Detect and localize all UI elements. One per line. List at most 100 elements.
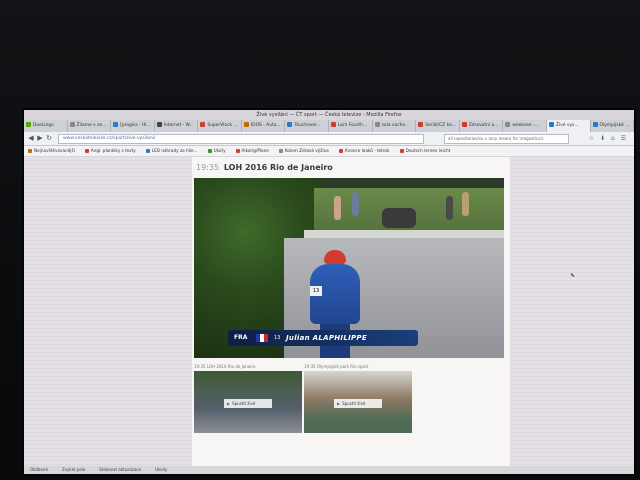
tab-favicon-icon [113,122,119,127]
bookmark-label: Nejnavštěvovanější [34,148,75,153]
url-bar[interactable]: www.ceskatelevize.cz/sport/zive-vysilani… [58,134,424,144]
video-player[interactable]: 13 FRA 13 Julian ALAPHILIPPE [194,178,504,358]
tab-8[interactable]: sola vache... [373,120,417,132]
bookmark-favicon-icon [399,149,404,153]
bookmark-item[interactable]: Ukoľy [207,146,226,156]
bookmark-label: Alkoríg/Plane [241,148,269,153]
tab-favicon-icon [418,122,424,127]
status-bar: Oblíbené Zvyklé pole Stahovat aktualizace U… [24,466,634,474]
tab-favicon-icon [592,122,598,127]
tab-favicon-icon [69,122,75,127]
bookmark-item[interactable]: Nejnavštěvovanější [28,146,75,156]
statusbar-item[interactable]: Ukolly [155,467,167,472]
reload-button-icon[interactable]: ↻ [45,134,53,142]
bookmark-favicon-icon [84,149,89,153]
bookmark-label: Anonce leaků - telesk [344,148,390,153]
tab-label: Seriál/CZ ke... [425,123,456,128]
statusbar-item[interactable]: Oblíbené [30,467,48,472]
play-live-button[interactable]: Spustit živě [334,399,382,408]
thumbnail-item[interactable]: 19:35 Olympijské park Rio sport Spustit … [304,363,412,433]
thumbnail-label: 19:35 LOH 2016 Rio de Janeiro [194,364,256,369]
tab-favicon-icon [548,122,554,127]
tab-favicon-icon [505,122,511,127]
tab-0[interactable]: DuoLingo [24,120,68,132]
tab-label: DuoLingo [33,123,54,128]
bookmark-item[interactable]: Anonce leaků - telesk [338,146,390,156]
tab-4[interactable]: SuperVlock ... [198,120,242,132]
spectator [446,196,453,220]
bookmark-item[interactable]: Angl. plankiky s texty [84,146,136,156]
forward-button-icon[interactable]: ▶ [36,134,44,142]
monitor-screen: Živé vysílání — ČT sport — Česká televiz… [24,110,634,474]
back-button-icon[interactable]: ◀ [27,134,35,142]
tab-2[interactable]: [progiss - Hl... [111,120,155,132]
search-input[interactable]: all repositories/su x (any mean) for irr… [444,134,569,144]
toolbar-icons[interactable]: ☆ ⬇ ⌂ ☰ [589,135,628,142]
bookmarks-bar: Nejnavštěvovanější Angl. plankiky s texty… [24,146,634,157]
tab-3[interactable]: Internet - W... [155,120,199,132]
bookmark-item[interactable]: Deutsch lernen leicht [399,146,451,156]
stream-title: LOH 2016 Rio de Janeiro [223,163,333,172]
mouse-cursor-icon: ⬉ [570,272,576,279]
tab-favicon-icon [374,122,380,127]
statusbar-item[interactable]: Zvyklé pole [62,467,85,472]
bookmark-favicon-icon [278,149,283,153]
tab-favicon-icon [287,122,293,127]
bookmark-favicon-icon [28,149,32,153]
thumbnail-image: Spustit živě [194,371,302,433]
tab-label: Žilame v ze... [76,123,107,128]
tab-label: Touchover... [294,123,321,128]
tab-10[interactable]: Zdravotní a... [460,120,504,132]
tab-label: IDOS - Auto... [250,123,281,128]
stream-heading: 19:35 LOH 2016 Rio de Janeiro [196,163,333,172]
tab-12[interactable]: Živé vys... [546,120,591,132]
tab-label: Živé vys... [555,123,579,128]
tab-label: SuperVlock ... [207,123,238,128]
tab-11[interactable]: weeksee -... [503,120,547,132]
statusbar-item[interactable]: Stahovat aktualizace [99,467,141,472]
thumbnail-item[interactable]: 19:35 LOH 2016 Rio de Janeiro Spustit ži… [194,363,302,433]
tab-7[interactable]: Lom Fourth... [329,120,373,132]
rider-bib-number: 13 [274,335,281,341]
bookmark-label: Kolem Zdravá výživa [284,148,329,153]
france-flag-icon [256,334,268,342]
bookmark-item[interactable]: LED náhrady za hlíe... [145,146,198,156]
cyclist-bib: 13 [310,286,322,296]
rider-country: FRA [234,334,248,341]
tab-label: weeksee -... [512,123,539,128]
bookmark-item[interactable]: Kolem Zdravá výživa [278,146,329,156]
tab-label: [progiss - Hl... [120,123,151,128]
stream-time: 19:35 [196,163,220,172]
tab-label: Lom Fourth... [338,123,368,128]
bookmark-favicon-icon [235,149,240,153]
navigation-toolbar: ◀ ▶ ↻ www.ceskatelevize.cz/sport/zive-vy… [24,132,634,146]
bookmark-label: Angl. plankiky s texty [90,148,136,153]
bookmark-label: Deutsch lernen leicht [405,148,451,153]
spectator [352,192,359,216]
tab-favicon-icon [156,122,162,127]
bookmark-favicon-icon [145,149,150,153]
tab-bar: DuoLingo Žilame v ze... [progiss - Hl... In… [24,120,634,132]
spectator [334,196,341,220]
rider-lower-third: FRA 13 Julian ALAPHILIPPE [228,330,418,346]
tab-1[interactable]: Žilame v ze... [68,120,112,132]
play-live-button[interactable]: Spustit živě [224,399,272,408]
cyclist-helmet [324,250,346,264]
rider-name: Julian ALAPHILIPPE [286,334,367,342]
tab-6[interactable]: Touchover... [285,120,330,132]
tab-13[interactable]: Olympijské ... [591,120,634,132]
tab-label: Olympijské ... [599,123,630,128]
tab-label: sola vache... [381,123,410,128]
bookmark-item[interactable]: Alkoríg/Plane [235,146,269,156]
bookmark-label: Ukoľy [213,148,226,153]
tab-9[interactable]: Seriál/CZ ke... [416,120,460,132]
tab-label: Internet - W... [163,123,194,128]
tab-favicon-icon [200,122,206,127]
tab-5[interactable]: IDOS - Auto... [242,120,286,132]
tab-favicon-icon [461,122,467,127]
bookmark-favicon-icon [207,149,212,153]
main-content: 19:35 LOH 2016 Rio de Janeiro 13 FRA 13 … [192,157,510,466]
spectator [462,192,469,216]
bookmark-label: LED náhrady za hlíe... [151,148,198,153]
tab-favicon-icon [331,122,337,127]
